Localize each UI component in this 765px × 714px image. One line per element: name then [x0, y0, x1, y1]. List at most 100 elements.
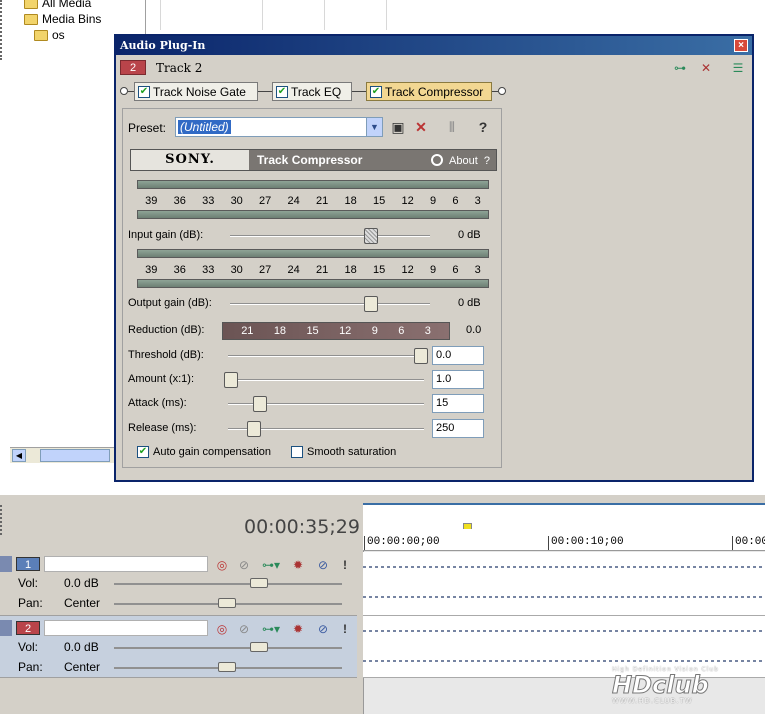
chain-end-dot	[498, 87, 506, 95]
waveform	[363, 566, 765, 568]
output-gain-track[interactable]	[230, 303, 430, 305]
close-icon[interactable]: ×	[734, 39, 748, 52]
waveform	[363, 660, 765, 662]
settings-icon[interactable]: ✹	[291, 622, 305, 636]
scale-tick-label: 27	[259, 264, 272, 276]
attack-slider[interactable]	[252, 396, 267, 412]
vol-label: Vol:	[18, 640, 39, 654]
volume-slider[interactable]	[250, 642, 268, 652]
release-label: Release (ms):	[128, 422, 197, 434]
checkbox-icon[interactable]	[291, 446, 303, 458]
volume-track[interactable]	[114, 583, 342, 585]
preset-label: Preset:	[128, 121, 167, 135]
track-expand-icon[interactable]	[0, 556, 12, 572]
scroll-thumb[interactable]	[40, 449, 110, 462]
track-header-1[interactable]: 1 ◎ ⊘ ⊶▾ ✹ ⊘ ! Vol: 0.0 dB Pan: Center	[0, 552, 357, 616]
scale-tick-label: 18	[344, 195, 357, 207]
mute-icon[interactable]: ⊘	[237, 558, 251, 572]
record-arm-icon[interactable]: ◎	[215, 558, 229, 572]
about-button[interactable]: About ?	[431, 154, 490, 167]
volume-track[interactable]	[114, 647, 342, 649]
dialog-title-bar[interactable]: Audio Plug-In	[116, 36, 752, 55]
output-gain-slider[interactable]	[363, 296, 378, 312]
preset-dropdown[interactable]: (Untitled) ▼	[175, 117, 383, 137]
bypass-icon[interactable]: ⫴	[443, 118, 461, 136]
save-preset-icon[interactable]: ▣	[389, 118, 407, 136]
audio-plugin-dialog: Audio Plug-In × 2 Track 2 ⊶ ✕ ☰ ✔ Track N…	[114, 34, 754, 482]
scale-tick-label: 36	[173, 264, 186, 276]
fx-track-compressor[interactable]: ✔ Track Compressor	[366, 82, 492, 101]
scale-tick-label: 15	[372, 195, 386, 207]
ruler-label: 00:00	[735, 536, 765, 548]
scroll-left-icon[interactable]: ◀	[12, 449, 26, 462]
alert-icon[interactable]: !	[338, 558, 352, 572]
track-name-field[interactable]	[44, 556, 208, 572]
track-name-field[interactable]	[44, 620, 208, 636]
input-gain-slider[interactable]	[363, 228, 378, 244]
fx-label: Track EQ	[291, 84, 342, 99]
plugin-chain-icon[interactable]: ⊶	[672, 61, 688, 75]
gripper[interactable]	[0, 505, 6, 535]
record-arm-icon[interactable]: ◎	[215, 622, 229, 636]
plugin-name: Track Compressor	[257, 153, 363, 167]
pan-value: Center	[64, 660, 101, 674]
amount-slider[interactable]	[224, 372, 238, 388]
timeline-marker-bar[interactable]	[363, 503, 765, 529]
pan-slider[interactable]	[218, 662, 236, 672]
plugin-chain: ✔ Track Noise Gate ✔ Track EQ ✔ Track Compr…	[116, 82, 752, 104]
release-input[interactable]: 250	[432, 419, 484, 438]
ruler-tick	[548, 536, 549, 550]
threshold-label: Threshold (dB):	[128, 349, 204, 361]
fx-track-noise-gate[interactable]: ✔ Track Noise Gate	[134, 82, 258, 101]
about-help: ?	[483, 155, 490, 167]
scale-tick-label: 21	[316, 195, 329, 207]
volume-slider[interactable]	[250, 578, 268, 588]
checkbox-icon[interactable]: ✔	[137, 446, 149, 458]
delete-preset-icon[interactable]: ✕	[412, 118, 430, 136]
help-icon[interactable]: ?	[474, 118, 492, 136]
settings-icon[interactable]: ✹	[291, 558, 305, 572]
checkbox-icon[interactable]: ✔	[276, 85, 288, 98]
mixer-icon[interactable]: ☰	[730, 61, 746, 75]
about-label: About	[449, 155, 478, 167]
solo-icon[interactable]: ⊘	[316, 558, 330, 572]
tree-item-media-bins[interactable]: Media Bins	[24, 12, 101, 26]
tree-item-os[interactable]: os	[34, 28, 65, 42]
release-slider[interactable]	[246, 421, 261, 437]
threshold-slider[interactable]	[414, 348, 428, 364]
amount-track[interactable]	[228, 379, 424, 381]
remove-plugin-icon[interactable]: ✕	[698, 61, 714, 75]
vol-value: 0.0 dB	[64, 576, 99, 590]
pan-slider[interactable]	[218, 598, 236, 608]
pan-value: Center	[64, 596, 101, 610]
tree-item-all-media[interactable]: All Media	[24, 0, 91, 10]
auto-gain-checkbox[interactable]: ✔ Auto gain compensation	[137, 446, 271, 458]
attack-input[interactable]: 15	[432, 394, 484, 413]
audio-lane-1[interactable]	[363, 552, 765, 616]
mute-icon[interactable]: ⊘	[237, 622, 251, 636]
input-meter-top	[137, 180, 489, 189]
smooth-saturation-checkbox[interactable]: Smooth saturation	[291, 446, 396, 458]
checkbox-icon[interactable]: ✔	[370, 85, 382, 98]
threshold-input[interactable]: 0.0	[432, 346, 484, 365]
release-row: Release (ms): 250	[128, 419, 498, 439]
track-fx-icon[interactable]: ⊶▾	[262, 558, 280, 572]
scale-tick-label: 6	[452, 264, 459, 276]
track-header-2[interactable]: 2 ◎ ⊘ ⊶▾ ✹ ⊘ ! Vol: 0.0 dB Pan: Center	[0, 616, 357, 678]
solo-icon[interactable]: ⊘	[316, 622, 330, 636]
output-meter-bottom	[137, 279, 489, 288]
track-number: 2	[16, 621, 40, 635]
input-gain-track[interactable]	[230, 235, 430, 237]
gripper[interactable]	[0, 0, 6, 60]
watermark-url: WWW.HD.CLUB.TW	[612, 697, 693, 705]
alert-icon[interactable]: !	[338, 622, 352, 636]
pan-label: Pan:	[18, 596, 43, 610]
reduction-value: 0.0	[466, 324, 482, 336]
track-expand-icon[interactable]	[0, 620, 12, 636]
threshold-track[interactable]	[228, 355, 424, 357]
fx-track-eq[interactable]: ✔ Track EQ	[272, 82, 352, 101]
chevron-down-icon[interactable]: ▼	[366, 118, 382, 136]
track-fx-icon[interactable]: ⊶▾	[262, 622, 280, 636]
checkbox-icon[interactable]: ✔	[138, 85, 150, 98]
amount-input[interactable]: 1.0	[432, 370, 484, 389]
